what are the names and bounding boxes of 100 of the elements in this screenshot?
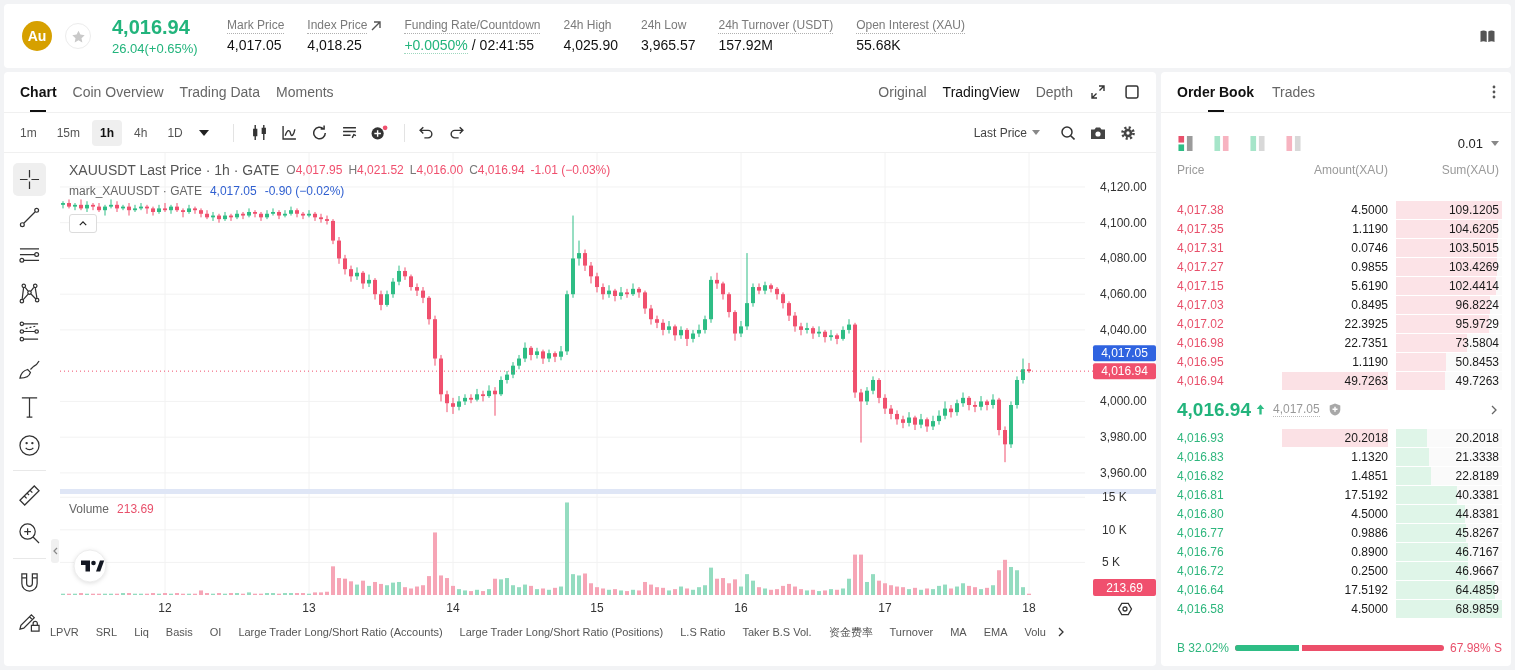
candle: [151, 206, 155, 217]
indicator-button[interactable]: LPVR: [50, 622, 79, 642]
ask-price: 4,017.03: [1177, 298, 1225, 312]
candle: [727, 291, 731, 318]
candle: [109, 198, 113, 209]
indicator-button[interactable]: MA: [950, 622, 967, 642]
interval-button[interactable]: 1D: [159, 119, 191, 146]
indicator-button[interactable]: Liq: [134, 622, 149, 642]
bid-price: 4,016.64: [1177, 583, 1225, 597]
volume-bar: [511, 585, 515, 595]
candle: [823, 329, 827, 343]
sell-ratio: 67.98% S: [1449, 641, 1502, 655]
volume-bar: [823, 590, 827, 595]
candle: [427, 295, 431, 326]
order-book-tab[interactable]: Trades: [1272, 72, 1316, 112]
indicator-button[interactable]: 资金费率: [828, 622, 873, 642]
price-axis-label: 3,980.00: [1100, 430, 1147, 445]
indicator-button[interactable]: Turnover: [889, 622, 934, 642]
candle: [355, 266, 359, 281]
volume-bar: [781, 585, 785, 595]
volume-bar: [859, 554, 863, 595]
precision-dropdown[interactable]: 0.01: [1457, 133, 1499, 153]
indicator-button[interactable]: Taker B.S Vol.: [742, 622, 812, 642]
indicator-button[interactable]: Basis: [165, 622, 193, 642]
stat-value: 4,017.05: [227, 37, 282, 54]
indicator-button[interactable]: OI: [209, 622, 222, 642]
view-mode-tab[interactable]: Depth: [1035, 78, 1073, 106]
open-book-icon[interactable]: [1480, 29, 1495, 43]
external-link-icon[interactable]: [371, 21, 382, 31]
bid-price: 4,016.82: [1177, 469, 1225, 483]
bid-amount: 0.2500: [1351, 564, 1388, 578]
interval-button[interactable]: 4h: [126, 119, 156, 146]
volume-bar: [433, 532, 437, 595]
drawing-tool-button[interactable]: [13, 163, 46, 196]
indicator-button[interactable]: Large Trader Long/Short Ratio (Accounts): [238, 622, 443, 642]
volume-bar: [871, 574, 875, 595]
chart-tab[interactable]: Moments: [276, 72, 334, 112]
chart-tab[interactable]: Trading Data: [179, 72, 260, 112]
volume-bar: [427, 576, 431, 595]
view-mode-tab[interactable]: Original: [878, 78, 927, 106]
candle: [649, 304, 653, 326]
chart-tab[interactable]: Coin Overview: [72, 72, 164, 112]
volume-bar: [595, 587, 599, 595]
ask-price: 4,017.15: [1177, 279, 1225, 293]
volume-bar: [313, 592, 317, 595]
ask-sum: 49.7263: [1455, 374, 1499, 388]
indicator-button[interactable]: Volu: [1024, 622, 1046, 642]
line-segment-icon: [19, 207, 40, 228]
price-source-dropdown[interactable]: Last Price: [973, 118, 1040, 147]
view-mode-tab[interactable]: TradingView: [942, 78, 1020, 106]
candle: [949, 404, 953, 418]
logo-icon[interactable]: [73, 549, 107, 583]
interval-button[interactable]: 15m: [48, 119, 88, 146]
candle: [919, 413, 923, 429]
candle: [667, 320, 671, 334]
date-axis-label: 16: [734, 601, 748, 615]
square-icon: [1125, 85, 1139, 99]
candle: [715, 272, 719, 290]
ask-amount: 49.7263: [1344, 374, 1388, 388]
order-book-tab[interactable]: Order Book: [1177, 72, 1254, 112]
ask-price: 4,016.95: [1177, 355, 1225, 369]
ruler-icon: [19, 485, 40, 506]
ohlc-label: O: [286, 162, 296, 178]
volume-bar: [1009, 567, 1013, 595]
volume-bar: [907, 589, 911, 595]
volume-bar: [409, 588, 413, 595]
ask-amount: 22.7351: [1344, 336, 1388, 350]
buy-ratio: B 32.02%: [1177, 641, 1230, 655]
interval-button[interactable]: 1m: [12, 119, 45, 146]
candle: [523, 341, 527, 363]
horizontal-lines-icon: [19, 245, 40, 266]
layout-icon[interactable]: [1177, 135, 1193, 151]
candle: [799, 322, 803, 336]
volume-bar: [691, 589, 695, 595]
indicator-button[interactable]: Large Trader Long/Short Ratio (Positions): [459, 622, 664, 642]
candle: [553, 350, 557, 363]
candle: [529, 345, 533, 361]
axis-settings-icon[interactable]: [1117, 602, 1133, 616]
candle: [121, 204, 125, 211]
price-change: 26.04(+0.65%): [112, 41, 199, 56]
volume-bar: [979, 589, 983, 595]
candle: [103, 204, 107, 217]
candle: [901, 415, 905, 429]
bid-amount: 0.8900: [1351, 545, 1388, 559]
volume-bar: [1021, 587, 1025, 595]
interval-button[interactable]: 1h: [92, 119, 123, 146]
indicator-button[interactable]: SRL: [95, 622, 118, 642]
volume-bar: [319, 592, 323, 595]
candle: [145, 204, 149, 215]
volume-bar: [325, 591, 329, 595]
volume-bar: [775, 589, 779, 595]
chart-tab[interactable]: Chart: [20, 72, 57, 112]
collapse-sidebar-button[interactable]: [51, 539, 59, 563]
candle: [265, 209, 269, 220]
candle: [85, 200, 89, 213]
volume-bar: [625, 591, 629, 595]
volume-bar: [541, 588, 545, 595]
volume-bar: [547, 589, 551, 595]
indicator-button[interactable]: L.S Ratio: [680, 622, 726, 642]
indicator-button[interactable]: EMA: [983, 622, 1008, 642]
